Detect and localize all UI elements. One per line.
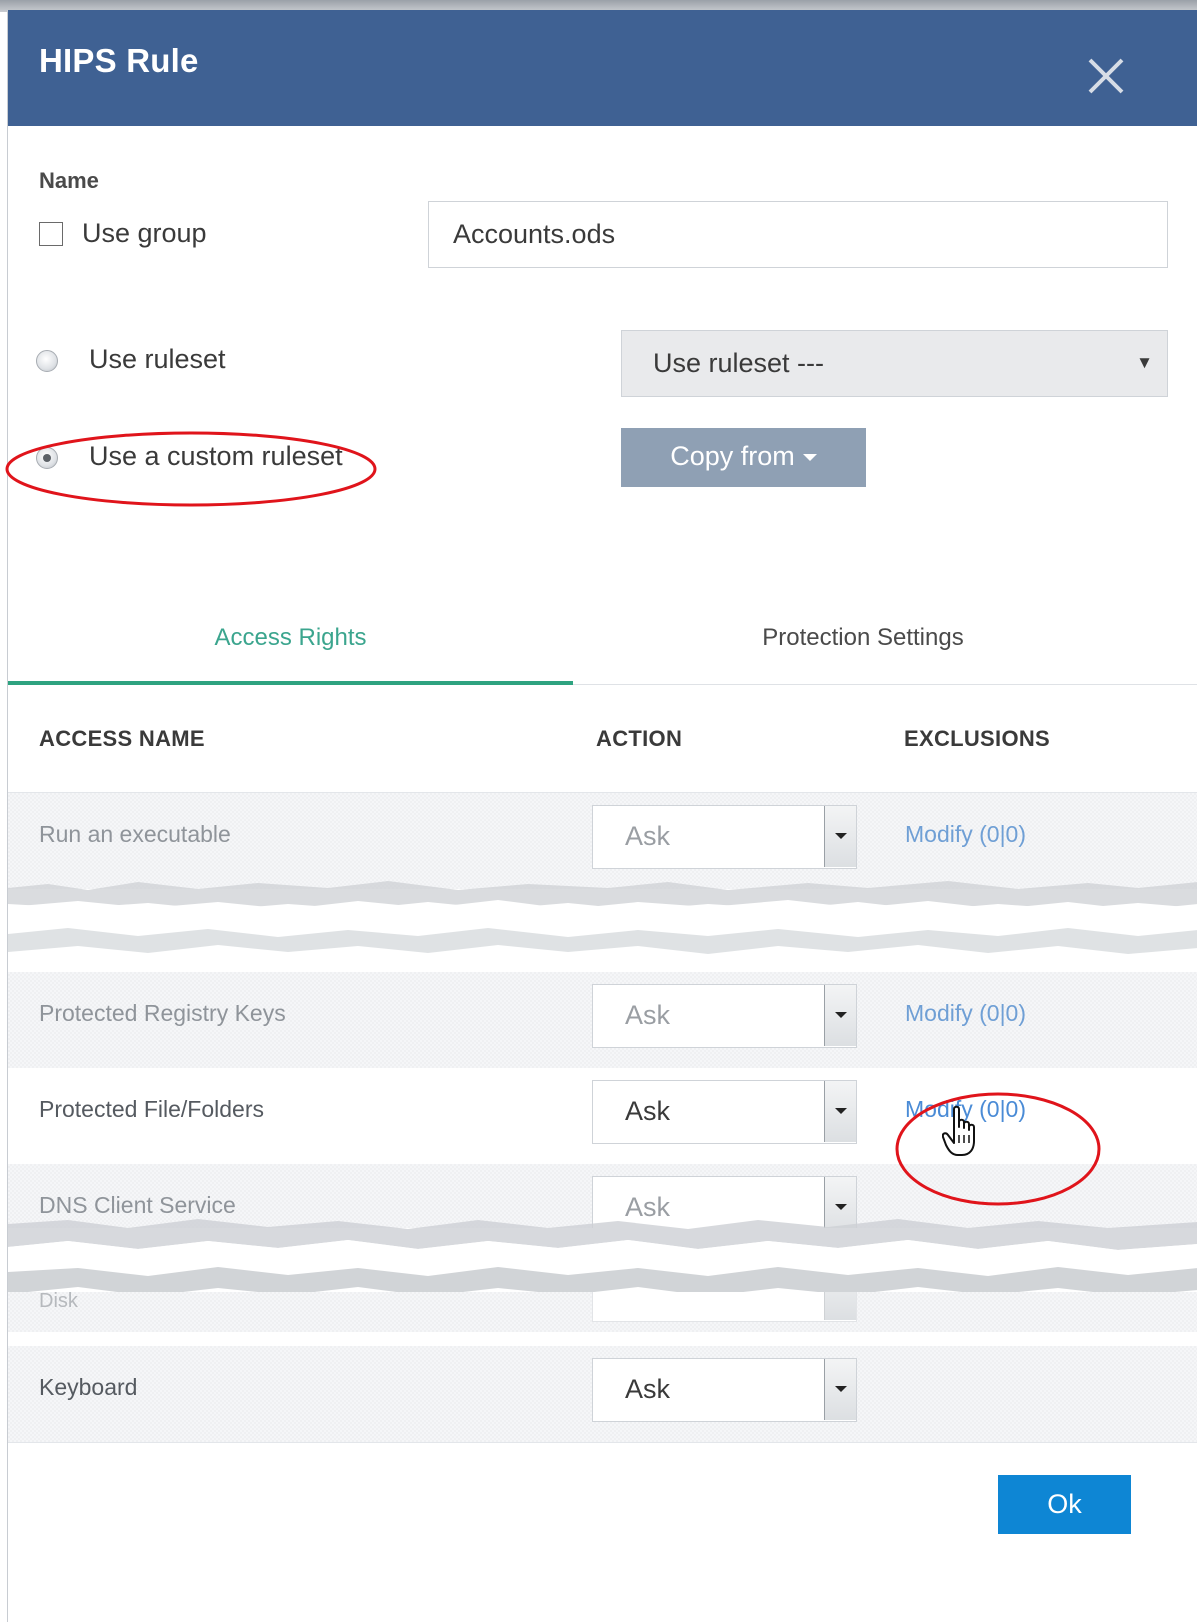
dropdown-arrow-icon xyxy=(824,806,856,867)
caret-down-icon xyxy=(802,454,817,462)
ruleset-select-value: Use ruleset --- xyxy=(653,348,825,378)
ok-button[interactable]: Ok xyxy=(998,1475,1131,1534)
action-value: Ask xyxy=(625,821,671,851)
access-name: Protected File/Folders xyxy=(39,1096,264,1122)
access-name: Keyboard xyxy=(39,1374,138,1400)
access-name: Protected Registry Keys xyxy=(39,1000,286,1026)
header-access-name: ACCESS NAME xyxy=(39,726,205,751)
dropdown-arrow-icon xyxy=(824,1359,856,1420)
access-name: Disk xyxy=(39,1292,78,1312)
hand-cursor-icon xyxy=(942,1105,975,1156)
header-exclusions: EXCLUSIONS xyxy=(904,726,1051,751)
action-select[interactable]: Ask xyxy=(592,1080,857,1144)
ruleset-select[interactable]: Use ruleset --- ▼ xyxy=(621,330,1168,397)
name-label: Name xyxy=(39,168,99,193)
use-custom-ruleset-label: Use a custom ruleset xyxy=(89,441,343,471)
table-row: Keyboard Ask xyxy=(8,1346,1197,1442)
name-input[interactable]: Accounts.ods xyxy=(428,201,1168,268)
modify-exclusions-link[interactable]: Modify (0|0) xyxy=(905,1000,1026,1027)
use-custom-ruleset-radio[interactable] xyxy=(36,447,58,469)
table-row: Protected File/Folders Ask Modify (0|0) xyxy=(8,1068,1197,1164)
dropdown-arrow-icon xyxy=(824,1081,856,1142)
dropdown-arrow-icon xyxy=(824,1292,856,1320)
close-button[interactable] xyxy=(1076,46,1136,106)
dropdown-arrow-icon: ▼ xyxy=(1136,353,1153,372)
table-row: Protected Registry Keys Ask Modify (0|0) xyxy=(8,972,1197,1068)
dialog-title: HIPS Rule xyxy=(39,42,199,79)
dialog-titlebar: HIPS Rule xyxy=(8,10,1197,126)
use-ruleset-radio[interactable] xyxy=(36,350,58,372)
tab-protection-settings[interactable]: Protection Settings xyxy=(573,624,1153,652)
action-select[interactable]: Ask xyxy=(592,1358,857,1422)
header-action: ACTION xyxy=(596,726,683,751)
modify-exclusions-link[interactable]: Modify (0|0) xyxy=(905,821,1026,848)
hips-rule-dialog: HIPS Rule Name Use group Accounts.ods Us… xyxy=(7,10,1197,1622)
screenshot-canvas: HIPS Rule Name Use group Accounts.ods Us… xyxy=(0,0,1197,1622)
copy-from-label: Copy from xyxy=(670,441,795,471)
table-row: Run an executable Ask Modify (0|0) xyxy=(8,793,1197,889)
access-name: Run an executable xyxy=(39,821,231,847)
action-select[interactable]: Ask xyxy=(592,984,857,1048)
action-value: Ask xyxy=(625,1096,671,1126)
close-icon xyxy=(1088,58,1124,94)
dropdown-arrow-icon xyxy=(824,985,856,1046)
action-select[interactable] xyxy=(592,1292,857,1322)
footer-divider xyxy=(8,1442,1197,1443)
active-tab-indicator xyxy=(8,681,573,685)
tab-access-rights[interactable]: Access Rights xyxy=(8,624,573,652)
action-select[interactable]: Ask xyxy=(592,805,857,869)
action-value: Ask xyxy=(625,1000,671,1030)
action-value: Ask xyxy=(625,1374,671,1404)
use-group-checkbox[interactable] xyxy=(39,222,63,246)
table-row: Disk xyxy=(8,1292,1197,1332)
use-group-label: Use group xyxy=(82,218,207,248)
use-ruleset-label: Use ruleset xyxy=(89,344,226,374)
tab-divider xyxy=(573,684,1197,685)
torn-edge xyxy=(8,881,1197,954)
copy-from-button[interactable]: Copy from xyxy=(621,428,866,487)
